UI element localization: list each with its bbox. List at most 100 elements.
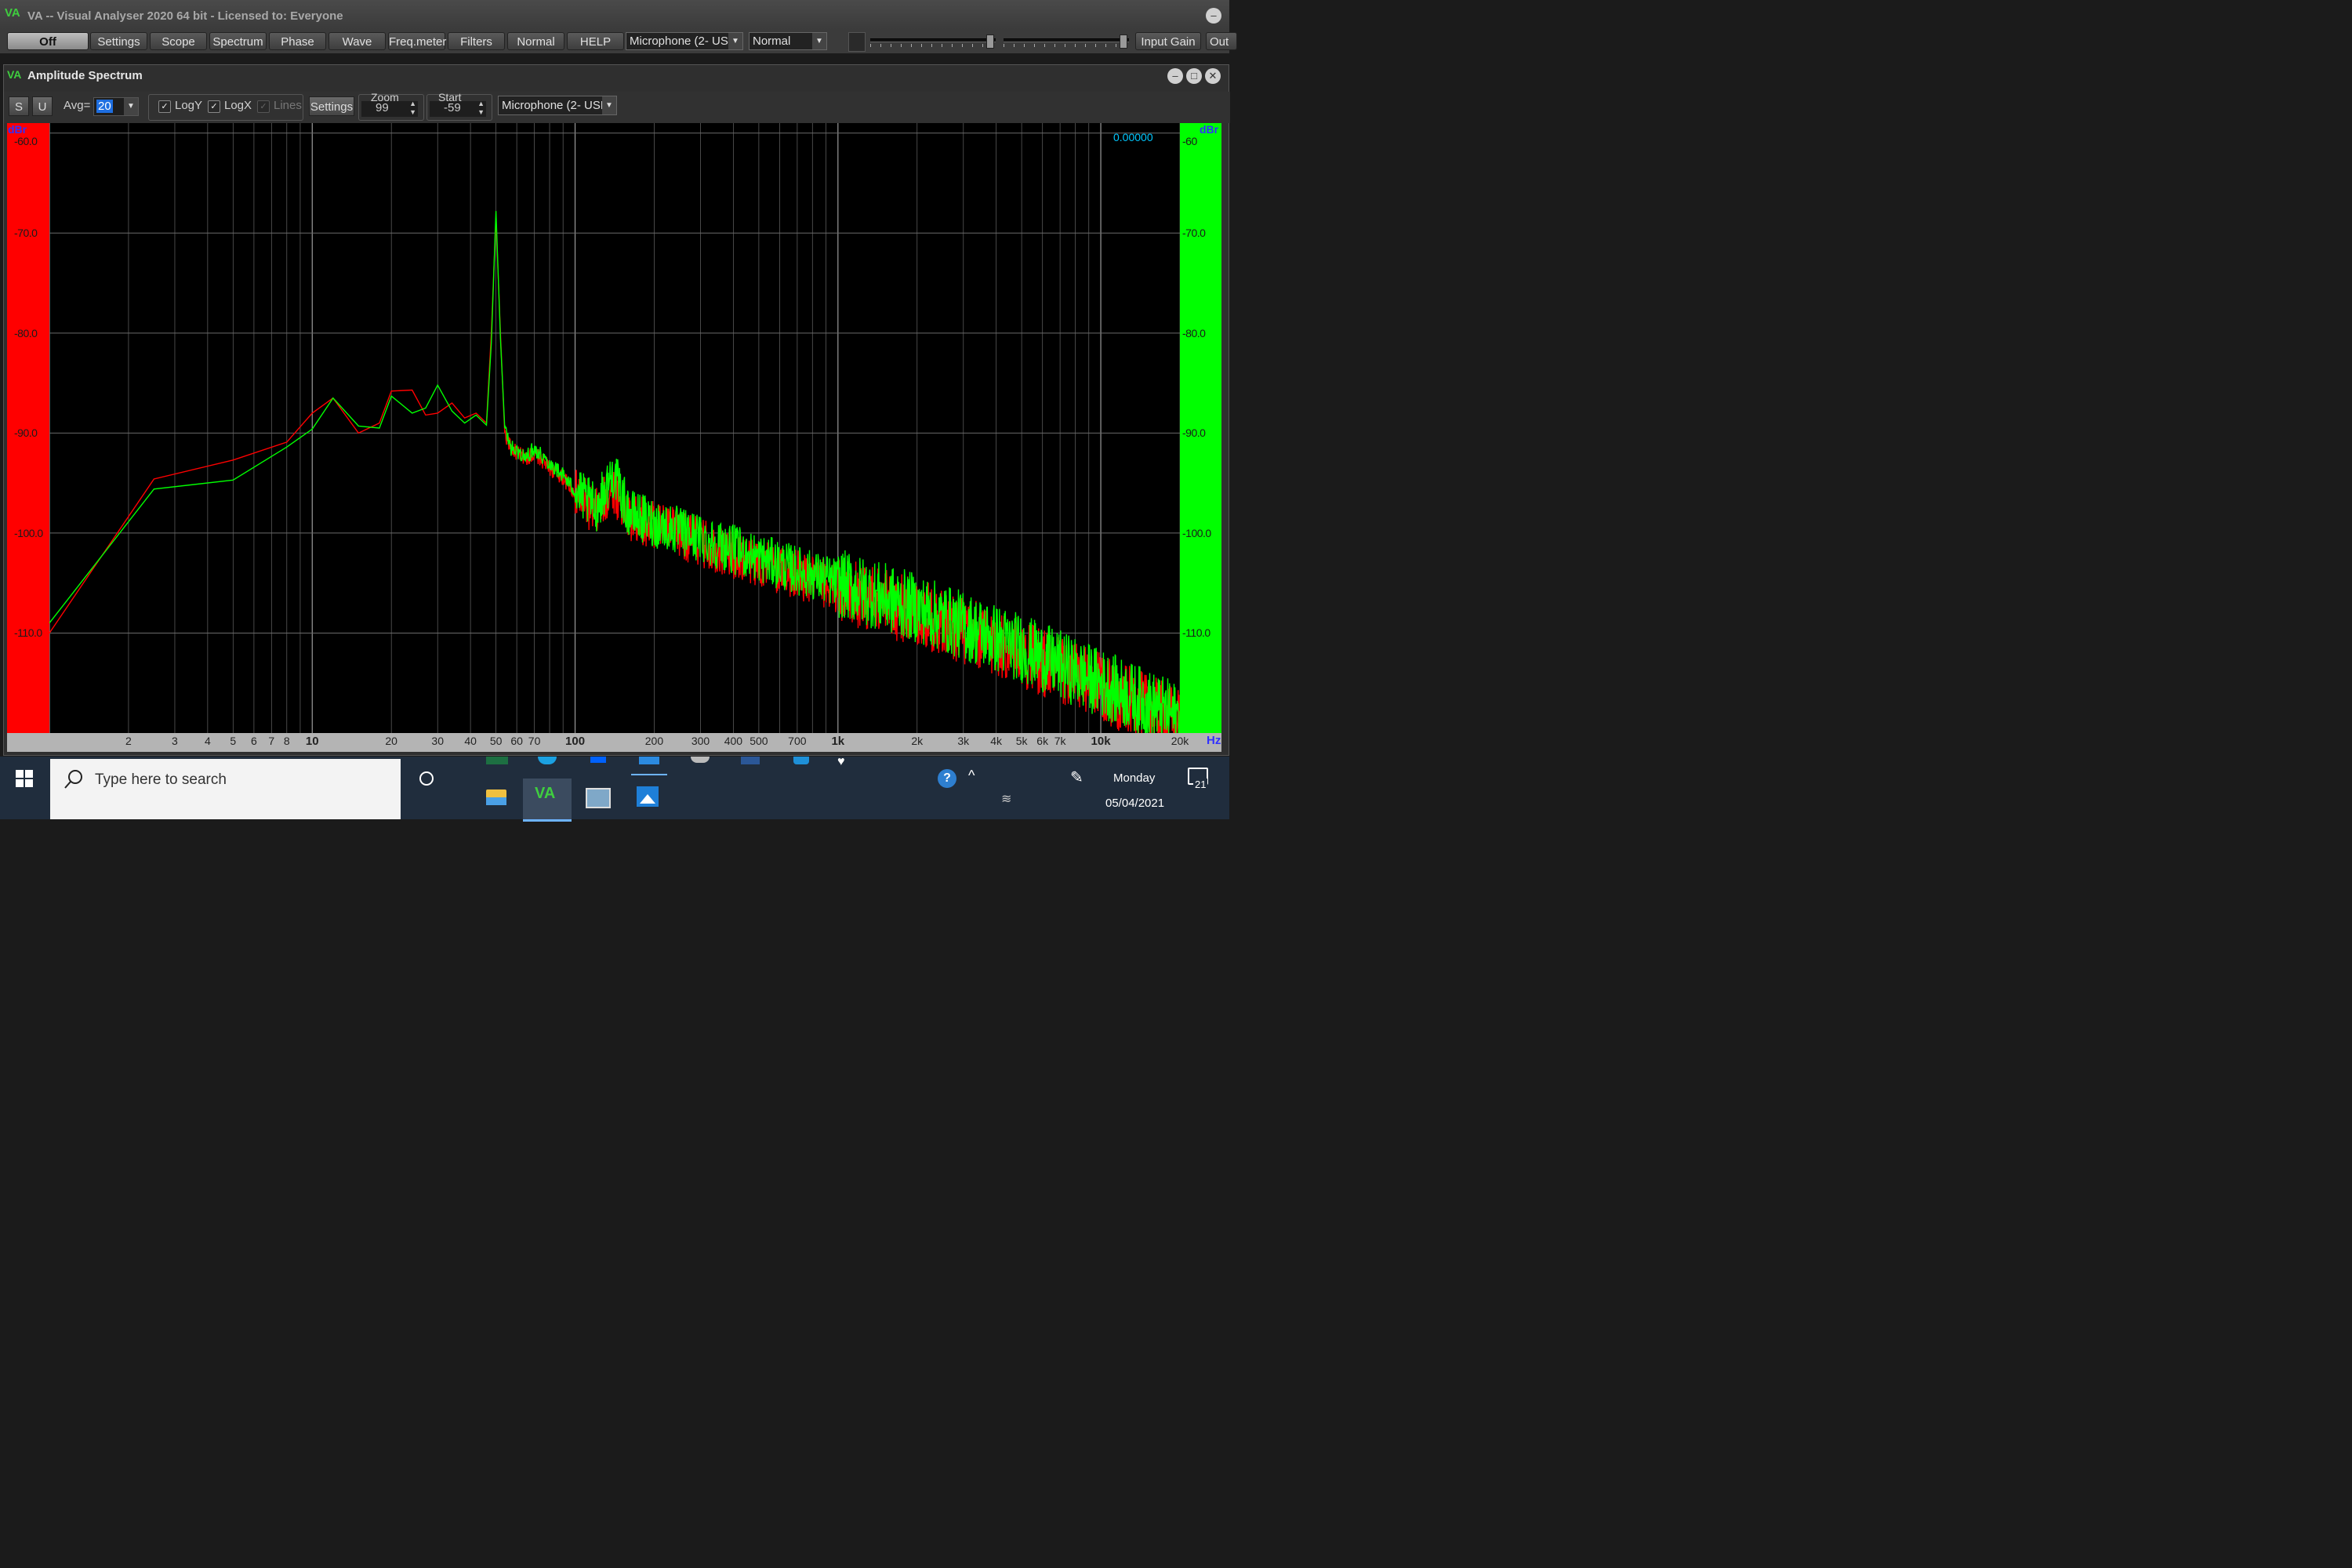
- slider-knob[interactable]: [1120, 34, 1127, 49]
- y-tick-label-left: -90.0: [14, 426, 38, 440]
- x-tick-label: 5k: [1015, 735, 1028, 747]
- va-logo-icon: VA: [7, 68, 22, 81]
- off-button[interactable]: Off: [7, 32, 89, 50]
- x-tick-label: 6k: [1036, 735, 1049, 747]
- wifi-icon[interactable]: ≋: [1001, 791, 1011, 807]
- x-tick-label: 3: [172, 735, 178, 747]
- avg-select[interactable]: 20 ▼: [93, 97, 139, 116]
- y-tick-label-left: -60.0: [14, 134, 38, 147]
- lines-checkbox[interactable]: ✓: [257, 100, 270, 113]
- spin-up-icon[interactable]: ▲: [409, 100, 416, 107]
- x-tick-label: 1k: [831, 735, 845, 748]
- clock-day[interactable]: Monday: [1113, 771, 1155, 785]
- x-tick-label: 20: [385, 735, 397, 747]
- cortana-icon[interactable]: [418, 770, 435, 787]
- pen-icon[interactable]: ✎: [1070, 768, 1083, 787]
- spectrum-plot[interactable]: [49, 123, 1180, 733]
- x-tick-label: 2: [125, 735, 132, 747]
- windows-start-icon[interactable]: [16, 770, 33, 787]
- x-tick-label: 5: [230, 735, 237, 747]
- volume-slider-2[interactable]: [1004, 34, 1129, 49]
- taskbar-search-box[interactable]: Type here to search: [50, 759, 401, 819]
- output-button[interactable]: Out: [1206, 32, 1237, 50]
- spectrum-device-value: Microphone (2- USB: [502, 99, 608, 112]
- chevron-up-icon[interactable]: ^: [968, 768, 975, 784]
- word-icon[interactable]: [735, 757, 766, 768]
- channel-swatch[interactable]: [848, 32, 866, 52]
- image-viewer-taskbar-icon[interactable]: [633, 785, 663, 810]
- y-tick-label-right: -60: [1182, 134, 1197, 147]
- mode-value: Normal: [753, 34, 791, 48]
- minimize-icon[interactable]: –: [1167, 68, 1183, 84]
- cloud-icon[interactable]: [684, 757, 716, 768]
- help-icon[interactable]: ?: [938, 769, 956, 788]
- spin-down-icon[interactable]: ▼: [477, 108, 485, 116]
- x-tick-label: 700: [788, 735, 807, 747]
- slider-knob[interactable]: [986, 34, 994, 49]
- start-spinner[interactable]: -59 ▲ ▼: [430, 100, 486, 117]
- input-device-value: Microphone (2- USB: [630, 34, 736, 48]
- dropbox-icon[interactable]: [583, 757, 614, 768]
- wave-button[interactable]: Wave: [328, 32, 386, 50]
- freq-meter-button[interactable]: Freq.meter: [388, 32, 446, 50]
- visual-analyser-taskbar-icon[interactable]: VA: [523, 779, 572, 822]
- mail-icon[interactable]: [631, 757, 667, 775]
- excel-icon[interactable]: [480, 757, 514, 768]
- chevron-down-icon: ▼: [124, 98, 138, 115]
- spectrum-device-select[interactable]: Microphone (2- USB ▼: [498, 96, 617, 115]
- clock-date[interactable]: 05/04/2021: [1105, 797, 1164, 810]
- photos-taskbar-icon[interactable]: [583, 785, 611, 808]
- x-tick-label: 2k: [911, 735, 924, 747]
- y-unit-left: dBr: [8, 123, 27, 136]
- minimize-icon[interactable]: –: [1206, 8, 1221, 24]
- file-explorer-icon[interactable]: [480, 780, 514, 819]
- maximize-icon[interactable]: □: [1186, 68, 1202, 84]
- store-icon[interactable]: [786, 757, 817, 768]
- close-icon[interactable]: ✕: [1205, 68, 1221, 84]
- input-device-select[interactable]: Microphone (2- USB ▼: [626, 32, 743, 50]
- avg-value: 20: [96, 100, 113, 113]
- x-tick-label: 4k: [990, 735, 1003, 747]
- phase-button[interactable]: Phase: [269, 32, 326, 50]
- vpn-icon[interactable]: ♥: [837, 755, 845, 769]
- logy-checkbox[interactable]: ✓: [158, 100, 171, 113]
- spin-up-icon[interactable]: ▲: [477, 100, 485, 107]
- spin-down-icon[interactable]: ▼: [409, 108, 416, 116]
- logy-label: LogY: [175, 99, 203, 112]
- x-tick-label: 100: [565, 735, 586, 748]
- notification-count: 21: [1193, 779, 1208, 790]
- x-unit-label: Hz: [1207, 734, 1221, 747]
- chevron-down-icon: ▼: [812, 33, 826, 49]
- spectrum-button[interactable]: Spectrum: [209, 32, 267, 50]
- x-tick-label: 7k: [1054, 735, 1066, 747]
- logx-label: LogX: [224, 99, 252, 112]
- volume-slider-1[interactable]: [870, 34, 996, 49]
- mode-select[interactable]: Normal ▼: [749, 32, 827, 50]
- x-axis: 2 3 4 5 6 7 8 10 20 30 40 50 60 70 100 200 300 400 500 700 1…: [7, 733, 1221, 752]
- input-gain-button[interactable]: Input Gain: [1135, 32, 1201, 50]
- filters-button[interactable]: Filters: [448, 32, 505, 50]
- logx-checkbox[interactable]: ✓: [208, 100, 220, 113]
- x-tick-label: 200: [644, 735, 664, 747]
- x-tick-label: 6: [250, 735, 257, 747]
- main-toolbar: Off Settings Scope Spectrum Phase Wave F…: [0, 30, 1237, 53]
- x-tick-label: 8: [283, 735, 290, 747]
- x-tick-label: 300: [691, 735, 710, 747]
- x-tick-label: 400: [724, 735, 743, 747]
- s-button[interactable]: S: [9, 96, 29, 116]
- x-tick-label: 10: [305, 735, 319, 748]
- y-tick-label-right: -100.0: [1182, 526, 1211, 539]
- x-tick-label: 50: [489, 735, 503, 747]
- lines-label: Lines: [274, 99, 302, 112]
- spectrum-settings-button[interactable]: Settings: [309, 96, 354, 116]
- normal-button[interactable]: Normal: [507, 32, 564, 50]
- zoom-spinner[interactable]: 99 ▲ ▼: [361, 100, 418, 117]
- scope-button[interactable]: Scope: [150, 32, 207, 50]
- edge-icon[interactable]: [532, 757, 563, 768]
- settings-button[interactable]: Settings: [90, 32, 147, 50]
- u-button[interactable]: U: [32, 96, 53, 116]
- y-tick-label-left: -70.0: [14, 227, 38, 240]
- help-button[interactable]: HELP: [567, 32, 624, 50]
- x-tick-label: 500: [750, 735, 768, 747]
- x-tick-label: 60: [510, 735, 523, 747]
